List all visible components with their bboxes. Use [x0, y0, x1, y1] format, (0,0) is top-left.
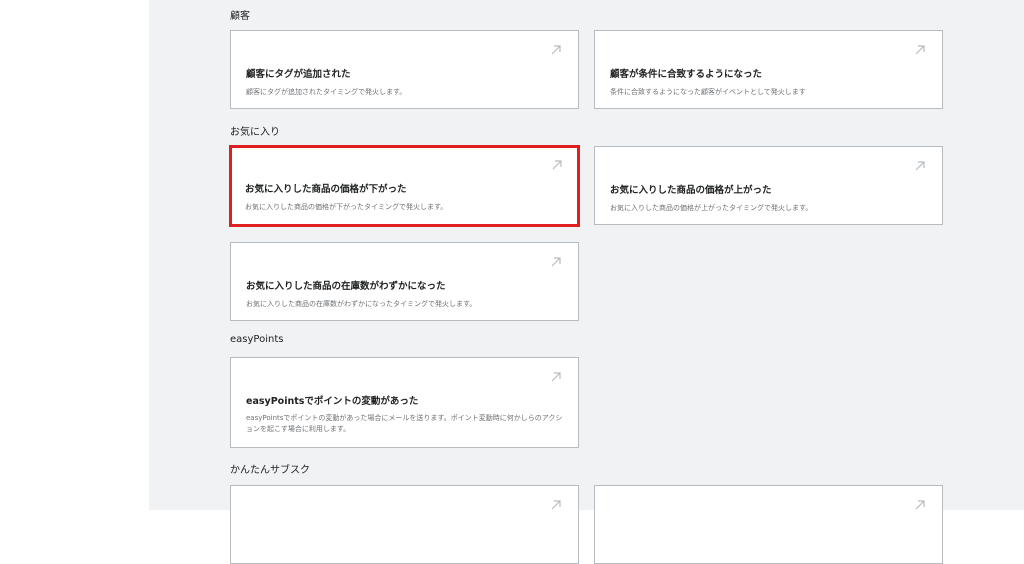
arrow-up-right-icon: [915, 161, 925, 171]
trigger-card-favorite-price-down[interactable]: お気に入りした商品の価格が下がった お気に入りした商品の価格が下がったタイミング…: [229, 145, 580, 227]
card-description: easyPointsでポイントの変動があった場合にメールを送ります。ポイント変動…: [246, 414, 563, 433]
card-description: 顧客にタグが追加されたタイミングで発火します。: [246, 88, 407, 96]
arrow-up-right-icon: [915, 45, 925, 55]
section-title-favorites: お気に入り: [230, 127, 280, 138]
card-description: 条件に合致するようになった顧客がイベントとして発火します: [610, 88, 806, 96]
main-content: 顧客 顧客にタグが追加された 顧客にタグが追加されたタイミングで発火します。 顧…: [149, 0, 1024, 564]
section-title-easypoints: easyPoints: [230, 334, 284, 345]
arrow-up-right-icon: [551, 257, 561, 267]
arrow-up-right-icon: [551, 372, 561, 382]
card-title: easyPointsでポイントの変動があった: [246, 396, 419, 407]
arrow-up-right-icon: [551, 45, 561, 55]
trigger-card-favorite-price-up[interactable]: お気に入りした商品の価格が上がった お気に入りした商品の価格が上がったタイミング…: [594, 146, 943, 225]
card-title: お気に入りした商品の価格が下がった: [245, 184, 407, 195]
card-description: お気に入りした商品の在庫数がわずかになったタイミングで発火します。: [246, 300, 477, 308]
trigger-card-subscription-1[interactable]: [230, 485, 579, 564]
trigger-card-favorite-low-stock[interactable]: お気に入りした商品の在庫数がわずかになった お気に入りした商品の在庫数がわずかに…: [230, 242, 579, 321]
section-title-customer: 顧客: [230, 11, 250, 22]
card-description: お気に入りした商品の価格が上がったタイミングで発火します。: [610, 204, 813, 212]
card-description: お気に入りした商品の価格が下がったタイミングで発火します。: [245, 203, 448, 211]
card-title: お気に入りした商品の価格が上がった: [610, 185, 772, 196]
card-title: お気に入りした商品の在庫数がわずかになった: [246, 281, 446, 292]
trigger-card-customer-matches-condition[interactable]: 顧客が条件に合致するようになった 条件に合致するようになった顧客がイベントとして…: [594, 30, 943, 109]
arrow-up-right-icon: [552, 160, 562, 170]
left-panel: [0, 0, 149, 510]
card-title: 顧客にタグが追加された: [246, 69, 351, 80]
trigger-card-customer-tag-added[interactable]: 顧客にタグが追加された 顧客にタグが追加されたタイミングで発火します。: [230, 30, 579, 109]
trigger-card-subscription-2[interactable]: [594, 485, 943, 564]
section-title-kantan-subscription: かんたんサブスク: [230, 465, 310, 476]
card-title: 顧客が条件に合致するようになった: [610, 69, 763, 80]
trigger-card-easypoints-point-change[interactable]: easyPointsでポイントの変動があった easyPointsでポイントの変…: [230, 357, 579, 448]
